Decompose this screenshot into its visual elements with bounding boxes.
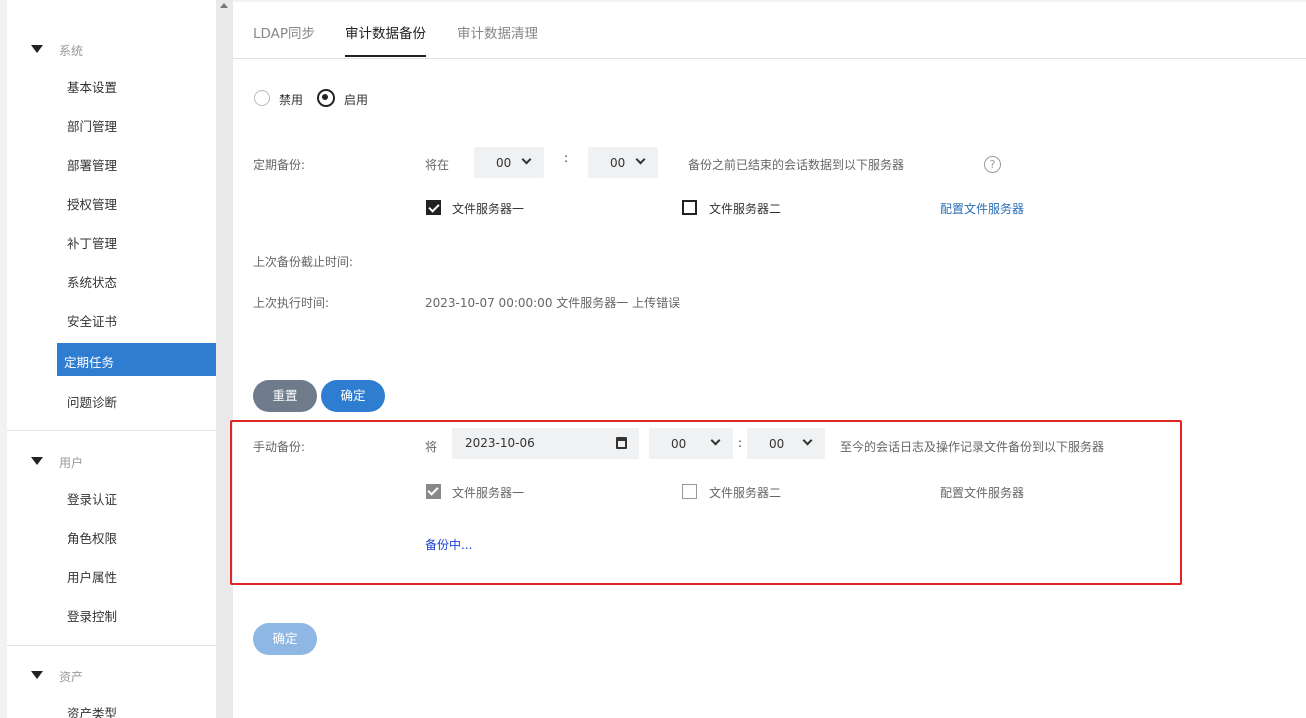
manual-server2-checkbox[interactable] xyxy=(682,484,697,499)
radio-disable-label: 禁用 xyxy=(279,93,304,107)
last-cutoff-label: 上次备份截止时间: xyxy=(253,255,354,269)
scheduled-server1-checkbox[interactable] xyxy=(426,200,441,215)
sidebar-item-login-control[interactable]: 登录控制 xyxy=(67,606,117,625)
sidebar-item-user-attributes[interactable]: 用户属性 xyxy=(67,567,117,586)
scheduled-server2-label: 文件服务器二 xyxy=(709,202,782,216)
sidebar-group-label: 系统 xyxy=(59,44,84,58)
chevron-down-icon xyxy=(802,435,813,446)
scheduled-server1-label: 文件服务器一 xyxy=(452,202,525,216)
time-colon: : xyxy=(564,151,569,165)
scroll-up-arrow-icon[interactable] xyxy=(220,3,228,8)
sidebar-divider xyxy=(7,645,216,646)
sidebar-group-system[interactable]: 系统 xyxy=(7,40,216,60)
chevron-down-icon xyxy=(710,435,721,446)
manual-config-file-server-link[interactable]: 配置文件服务器 xyxy=(940,484,1024,501)
last-exec-label: 上次执行时间: xyxy=(253,296,330,310)
tab-ldap-sync[interactable]: LDAP同步 xyxy=(253,22,315,55)
radio-enable-label: 启用 xyxy=(344,93,369,107)
scheduled-backup-label: 定期备份: xyxy=(253,158,306,172)
sidebar-divider xyxy=(7,430,216,431)
sidebar-item-roles[interactable]: 角色权限 xyxy=(67,528,117,547)
tab-bar: LDAP同步 审计数据备份 审计数据清理 xyxy=(233,2,1306,59)
date-value: 2023-10-06 xyxy=(465,436,535,450)
time-colon: : xyxy=(738,436,743,450)
manual-confirm-button[interactable]: 确定 xyxy=(253,623,317,655)
calendar-icon[interactable] xyxy=(616,437,627,449)
scheduled-description: 备份之前已结束的会话数据到以下服务器 xyxy=(688,158,905,172)
manual-date-picker[interactable]: 2023-10-06 xyxy=(452,428,639,459)
select-value: 00 xyxy=(610,156,626,170)
collapse-triangle-icon[interactable] xyxy=(31,45,43,53)
sidebar-item-certificate[interactable]: 安全证书 xyxy=(67,311,117,330)
last-exec-value: 2023-10-07 00:00:00 文件服务器一 上传错误 xyxy=(425,296,681,310)
manual-backup-label: 手动备份: xyxy=(253,440,306,454)
manual-server1-label: 文件服务器一 xyxy=(452,486,525,500)
sidebar-item-department[interactable]: 部门管理 xyxy=(67,116,117,135)
radio-disable[interactable] xyxy=(254,90,270,106)
select-value: 00 xyxy=(671,437,687,451)
sidebar-group-user[interactable]: 用户 xyxy=(7,452,216,472)
sidebar-item-diagnosis[interactable]: 问题诊断 xyxy=(67,392,117,411)
manual-hour-select[interactable]: 00 xyxy=(649,428,733,459)
collapse-triangle-icon[interactable] xyxy=(31,457,43,465)
scheduled-config-file-server-link[interactable]: 配置文件服务器 xyxy=(940,200,1024,217)
scheduled-at-label: 将在 xyxy=(425,158,450,172)
chevron-down-icon xyxy=(521,154,532,165)
scheduled-server2-checkbox[interactable] xyxy=(682,200,697,215)
sidebar-item-system-status[interactable]: 系统状态 xyxy=(67,272,117,291)
scheduled-minute-select[interactable]: 00 xyxy=(588,147,658,178)
collapse-triangle-icon[interactable] xyxy=(31,671,43,679)
sidebar-scrollbar[interactable] xyxy=(216,0,233,718)
sidebar-group-label: 资产 xyxy=(59,670,84,684)
sidebar-item-login-auth[interactable]: 登录认证 xyxy=(67,489,117,508)
select-value: 00 xyxy=(496,156,512,170)
sidebar-item-patch[interactable]: 补丁管理 xyxy=(67,233,117,252)
radio-enable[interactable] xyxy=(317,89,335,107)
tab-audit-backup[interactable]: 审计数据备份 xyxy=(345,22,426,57)
sidebar-item-asset-type[interactable]: 资产类型 xyxy=(67,703,117,718)
chevron-down-icon xyxy=(635,154,646,165)
sidebar-item-license[interactable]: 授权管理 xyxy=(67,194,117,213)
main-panel: LDAP同步 审计数据备份 审计数据清理 禁用 启用 定期备份: 将在 00 :… xyxy=(230,2,1306,718)
manual-at-label: 将 xyxy=(425,440,438,454)
help-icon[interactable]: ? xyxy=(984,156,1001,173)
reset-button[interactable]: 重置 xyxy=(253,380,317,412)
manual-minute-select[interactable]: 00 xyxy=(747,428,825,459)
select-value: 00 xyxy=(769,437,785,451)
sidebar-group-asset[interactable]: 资产 xyxy=(7,666,216,686)
tab-audit-cleanup[interactable]: 审计数据清理 xyxy=(457,22,538,55)
scheduled-hour-select[interactable]: 00 xyxy=(474,147,544,178)
sidebar-item-deployment[interactable]: 部署管理 xyxy=(67,155,117,174)
sidebar-item-basic-settings[interactable]: 基本设置 xyxy=(67,77,117,96)
manual-server2-label: 文件服务器二 xyxy=(709,486,782,500)
sidebar-group-label: 用户 xyxy=(59,456,84,470)
sidebar-item-scheduled-tasks[interactable]: 定期任务 xyxy=(57,343,216,376)
backup-status: 备份中... xyxy=(425,538,473,552)
sidebar: 系统 基本设置 部门管理 部署管理 授权管理 补丁管理 系统状态 安全证书 定期… xyxy=(7,0,216,718)
manual-server1-checkbox[interactable] xyxy=(426,484,441,499)
manual-description: 至今的会话日志及操作记录文件备份到以下服务器 xyxy=(840,440,1105,454)
scheduled-confirm-button[interactable]: 确定 xyxy=(321,380,385,412)
